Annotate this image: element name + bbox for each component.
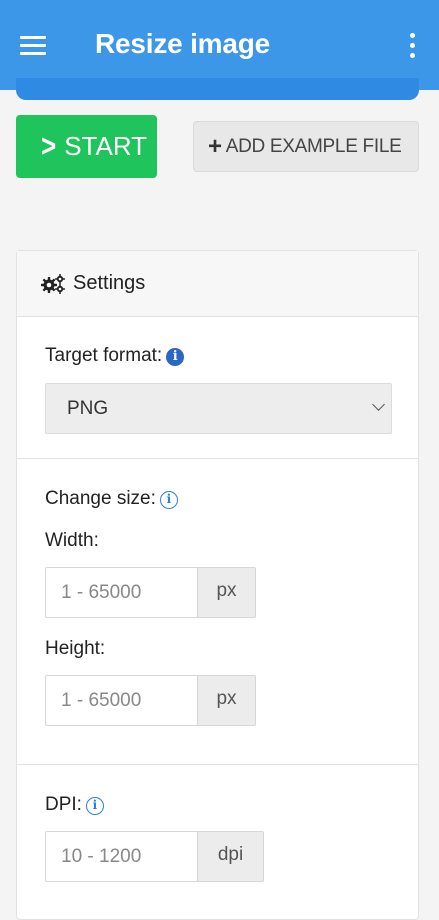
- width-label: Width:: [45, 530, 99, 551]
- more-vertical-icon[interactable]: [407, 33, 417, 59]
- chevron-down-icon: [372, 398, 385, 411]
- dpi-label: DPI:: [45, 794, 82, 815]
- info-circle-outline-icon[interactable]: i: [159, 491, 178, 509]
- width-unit: px: [198, 567, 256, 618]
- settings-header: Settings: [17, 251, 418, 317]
- plus-icon: +: [208, 132, 222, 160]
- hamburger-menu-icon[interactable]: [20, 36, 48, 56]
- height-label: Height:: [45, 638, 106, 659]
- start-button[interactable]: > START: [16, 115, 157, 178]
- add-example-file-label: ADD EXAMPLE FILE: [225, 135, 402, 157]
- page-title: Resize image: [95, 28, 271, 59]
- dpi-label-row: DPI: i: [45, 794, 104, 816]
- add-example-file-button[interactable]: + ADD EXAMPLE FILE: [193, 121, 419, 172]
- dpi-input-group: 10 - 1200 dpi: [45, 831, 264, 882]
- settings-header-label: Settings: [73, 272, 146, 294]
- gears-icon: [41, 273, 65, 294]
- settings-panel: Settings Target format: i PNG Change size…: [16, 250, 419, 920]
- change-size-label-row: Change size: i: [45, 488, 178, 510]
- width-input[interactable]: 1 - 65000: [45, 567, 198, 618]
- target-format-select[interactable]: PNG: [45, 383, 392, 434]
- change-size-label: Change size:: [45, 488, 156, 509]
- info-circle-icon[interactable]: i: [166, 348, 185, 366]
- app-bar-tab-strip: [16, 78, 419, 100]
- target-format-selected: PNG: [67, 397, 109, 419]
- target-format-label-row: Target format: i: [45, 345, 185, 367]
- dpi-unit: dpi: [198, 831, 264, 882]
- app-bar: Resize image: [0, 0, 439, 90]
- height-input-group: 1 - 65000 px: [45, 675, 256, 726]
- start-button-label: START: [64, 131, 148, 161]
- chevron-right-icon: >: [41, 127, 57, 164]
- change-size-section: Change size: i Width: 1 - 65000 px Height…: [17, 459, 418, 765]
- dpi-section: DPI: i 10 - 1200 dpi: [17, 765, 418, 905]
- dpi-input[interactable]: 10 - 1200: [45, 831, 198, 882]
- info-circle-outline-icon[interactable]: i: [85, 797, 104, 815]
- height-unit: px: [198, 675, 256, 726]
- target-format-label: Target format:: [45, 345, 163, 366]
- height-input[interactable]: 1 - 65000: [45, 675, 198, 726]
- width-input-group: 1 - 65000 px: [45, 567, 256, 618]
